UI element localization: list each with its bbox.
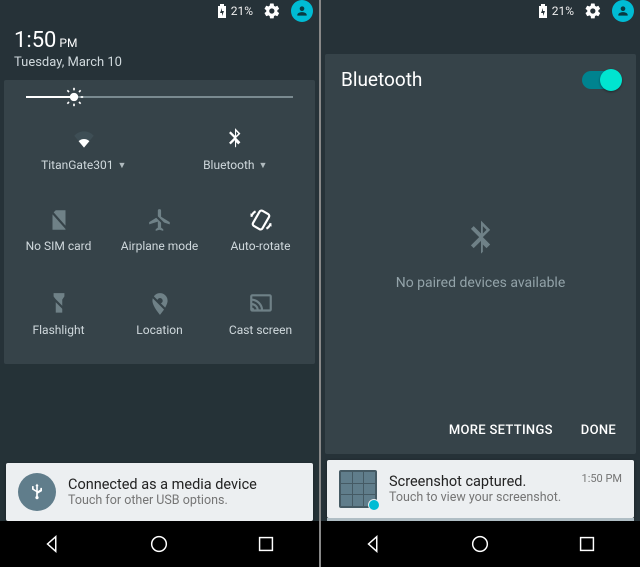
brightness-slider[interactable] — [8, 96, 311, 110]
cast-icon — [248, 291, 274, 317]
wifi-icon — [71, 126, 97, 152]
navigation-bar — [0, 521, 319, 567]
bluetooth-icon — [459, 217, 503, 261]
screen-bluetooth-detail: 21% Bluetooth No paired devices availabl… — [321, 0, 640, 567]
rotate-tile[interactable]: Auto-rotate — [210, 188, 311, 272]
notification-time: 1:50 PM — [582, 472, 622, 485]
notification-screenshot[interactable]: Screenshot captured. Touch to view your … — [327, 460, 634, 518]
clock-area: 1:50 PM Tuesday, March 10 — [0, 22, 319, 80]
more-settings-button[interactable]: MORE SETTINGS — [449, 423, 553, 438]
no-sim-icon — [46, 207, 72, 233]
cast-tile[interactable]: Cast screen — [210, 272, 311, 356]
notification-subtitle: Touch to view your screenshot. — [389, 490, 570, 505]
bluetooth-panel: Bluetooth No paired devices available MO… — [325, 54, 636, 454]
settings-icon[interactable] — [584, 2, 602, 20]
quick-settings-panel: TitanGate301 ▼ Bluetooth ▼ No SIM card Air… — [4, 80, 315, 364]
notification-title: Screenshot captured. — [389, 473, 570, 490]
done-button[interactable]: DONE — [581, 423, 616, 438]
bluetooth-header: Bluetooth — [325, 54, 636, 101]
rotate-label: Auto-rotate — [231, 239, 291, 253]
screen-quicksettings: 21% 1:50 PM Tuesday, March 10 TitanGate3… — [0, 0, 319, 567]
battery-indicator: 21% — [217, 4, 253, 18]
wifi-tile[interactable]: TitanGate301 ▼ — [8, 110, 160, 188]
location-icon — [147, 291, 173, 317]
screenshot-thumbnail — [339, 470, 377, 508]
person-icon — [616, 4, 630, 18]
bluetooth-icon — [222, 126, 248, 152]
back-button[interactable] — [42, 533, 64, 555]
airplane-icon — [147, 207, 173, 233]
location-tile[interactable]: Location — [109, 272, 210, 356]
usb-icon — [18, 473, 56, 511]
battery-percent: 21% — [231, 4, 253, 18]
sim-label: No SIM card — [26, 239, 92, 253]
bluetooth-toggle[interactable] — [582, 71, 620, 89]
flashlight-icon — [46, 291, 72, 317]
person-icon — [295, 4, 309, 18]
flashlight-label: Flashlight — [33, 323, 85, 337]
clock-time: 1:50 PM — [14, 28, 305, 53]
cast-label: Cast screen — [229, 323, 292, 337]
sim-tile[interactable]: No SIM card — [8, 188, 109, 272]
bluetooth-label: Bluetooth — [203, 158, 254, 172]
status-bar: 21% — [321, 0, 640, 22]
wifi-label: TitanGate301 — [41, 158, 113, 172]
bluetooth-empty-message: No paired devices available — [396, 275, 566, 291]
navigation-bar — [321, 521, 640, 567]
chevron-down-icon: ▼ — [258, 160, 267, 171]
battery-indicator: 21% — [538, 4, 574, 18]
shade-bottom: Screenshot captured. Touch to view your … — [321, 454, 640, 521]
clock-hhmm: 1:50 — [14, 28, 56, 53]
notification-subtitle: Touch for other USB options. — [68, 493, 301, 508]
clock-date: Tuesday, March 10 — [14, 55, 305, 70]
profile-avatar[interactable] — [291, 0, 313, 22]
location-label: Location — [136, 323, 182, 337]
bluetooth-empty-state: No paired devices available — [325, 101, 636, 407]
airplane-label: Airplane mode — [121, 239, 198, 253]
profile-avatar[interactable] — [612, 0, 634, 22]
shade-bottom: Connected as a media device Touch for ot… — [0, 364, 319, 521]
brightness-icon — [64, 87, 84, 107]
battery-icon — [217, 4, 227, 18]
settings-icon[interactable] — [263, 2, 281, 20]
back-button[interactable] — [363, 533, 385, 555]
recents-button[interactable] — [576, 533, 598, 555]
bluetooth-actions: MORE SETTINGS DONE — [325, 407, 636, 454]
home-button[interactable] — [469, 533, 491, 555]
clock-ampm: PM — [59, 36, 77, 50]
flashlight-tile[interactable]: Flashlight — [8, 272, 109, 356]
notification-usb[interactable]: Connected as a media device Touch for ot… — [6, 463, 313, 521]
notification-title: Connected as a media device — [68, 476, 301, 493]
recents-button[interactable] — [255, 533, 277, 555]
bluetooth-tile[interactable]: Bluetooth ▼ — [160, 110, 312, 188]
chevron-down-icon: ▼ — [117, 160, 126, 171]
battery-icon — [538, 4, 548, 18]
home-button[interactable] — [148, 533, 170, 555]
auto-rotate-icon — [248, 207, 274, 233]
bluetooth-title: Bluetooth — [341, 68, 422, 91]
airplane-tile[interactable]: Airplane mode — [109, 188, 210, 272]
battery-percent: 21% — [552, 4, 574, 18]
status-bar: 21% — [0, 0, 319, 22]
